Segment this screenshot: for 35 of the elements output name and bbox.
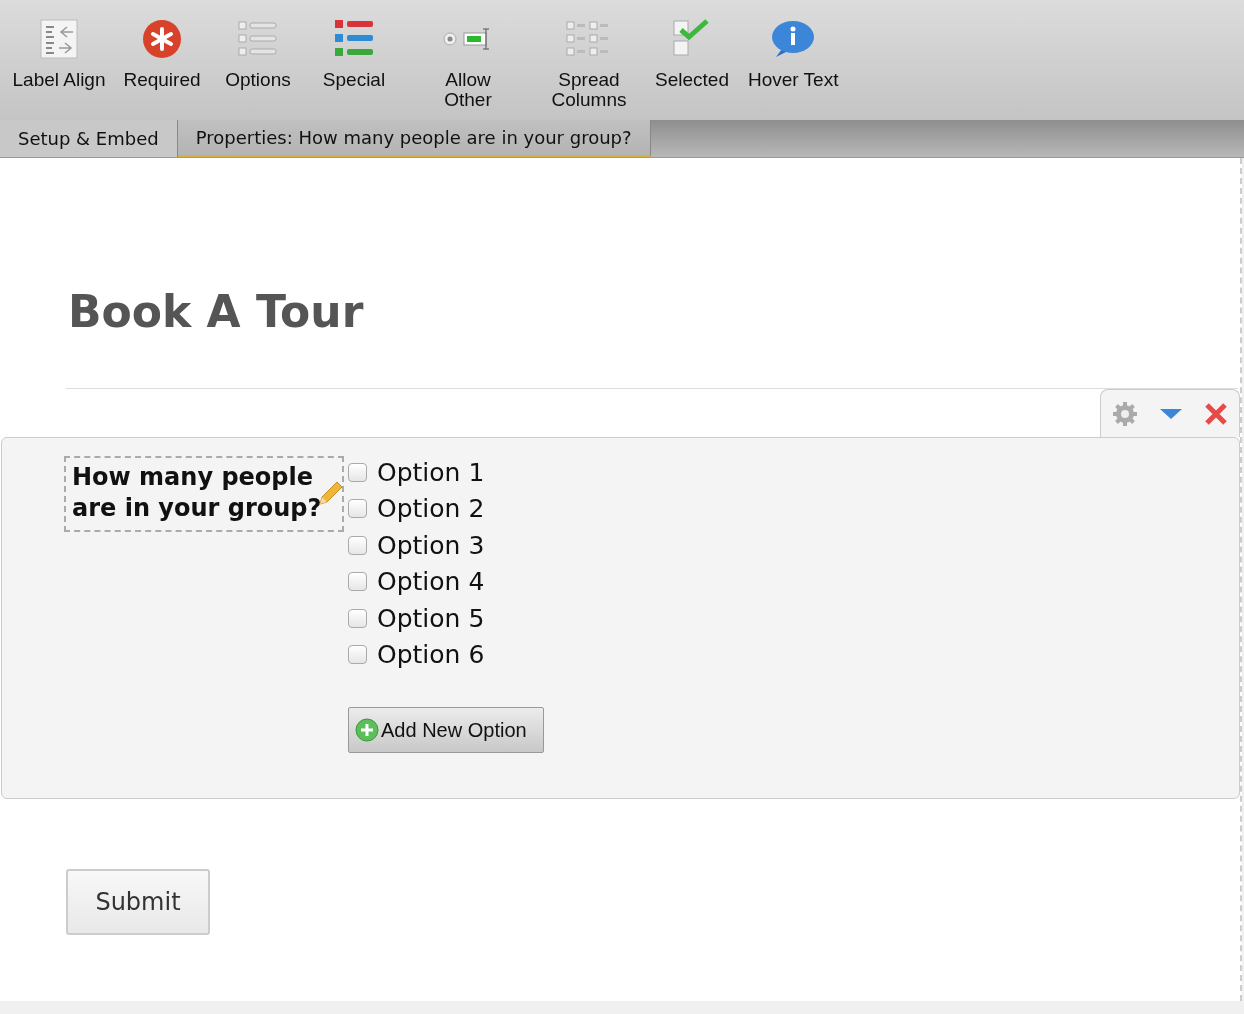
settings-icon[interactable] bbox=[1111, 400, 1138, 427]
checkbox[interactable] bbox=[348, 608, 367, 628]
checkbox[interactable] bbox=[348, 499, 367, 519]
checkbox[interactable] bbox=[348, 572, 367, 592]
toolbar-button[interactable]: Options bbox=[210, 0, 306, 90]
option-label: Option 2 bbox=[377, 494, 485, 524]
info-bubble-icon bbox=[770, 19, 817, 59]
option-label: Option 3 bbox=[377, 530, 485, 560]
question-label: How many people are in your group? bbox=[72, 462, 322, 524]
asterisk-icon bbox=[142, 19, 182, 59]
option-label: Option 6 bbox=[377, 640, 485, 670]
submit-button[interactable]: Submit bbox=[66, 869, 210, 935]
option-label: Option 4 bbox=[377, 567, 485, 597]
checkbox[interactable] bbox=[348, 645, 367, 665]
triangle-down-icon[interactable] bbox=[1159, 406, 1183, 421]
option-label: Option 5 bbox=[377, 603, 485, 633]
toolbar-button[interactable]: Spread Columns bbox=[534, 0, 644, 110]
toolbar-button[interactable]: Label Align bbox=[4, 0, 114, 90]
option-label: Option 1 bbox=[377, 457, 485, 487]
checkbox[interactable] bbox=[348, 462, 367, 482]
checklist-icon bbox=[238, 19, 278, 59]
toolbar-button[interactable]: Allow Other bbox=[416, 0, 520, 110]
add-option-button[interactable]: Add New Option bbox=[348, 707, 544, 753]
colored-list-icon bbox=[334, 19, 374, 59]
close-icon[interactable] bbox=[1204, 401, 1229, 426]
checkbox[interactable] bbox=[348, 535, 367, 555]
tab[interactable]: Properties: How many people are in your group? bbox=[177, 120, 651, 157]
toolbar-button[interactable]: Required bbox=[114, 0, 210, 90]
plus-icon bbox=[355, 718, 379, 742]
toolbar-button[interactable]: Special bbox=[306, 0, 402, 90]
align-icon bbox=[39, 19, 79, 59]
toolbar-button[interactable]: Hover Text bbox=[740, 0, 847, 90]
toolbar-button[interactable]: Selected bbox=[644, 0, 740, 90]
tab[interactable]: Setup & Embed bbox=[0, 120, 178, 157]
form-title: Book A Tour bbox=[67, 285, 365, 339]
